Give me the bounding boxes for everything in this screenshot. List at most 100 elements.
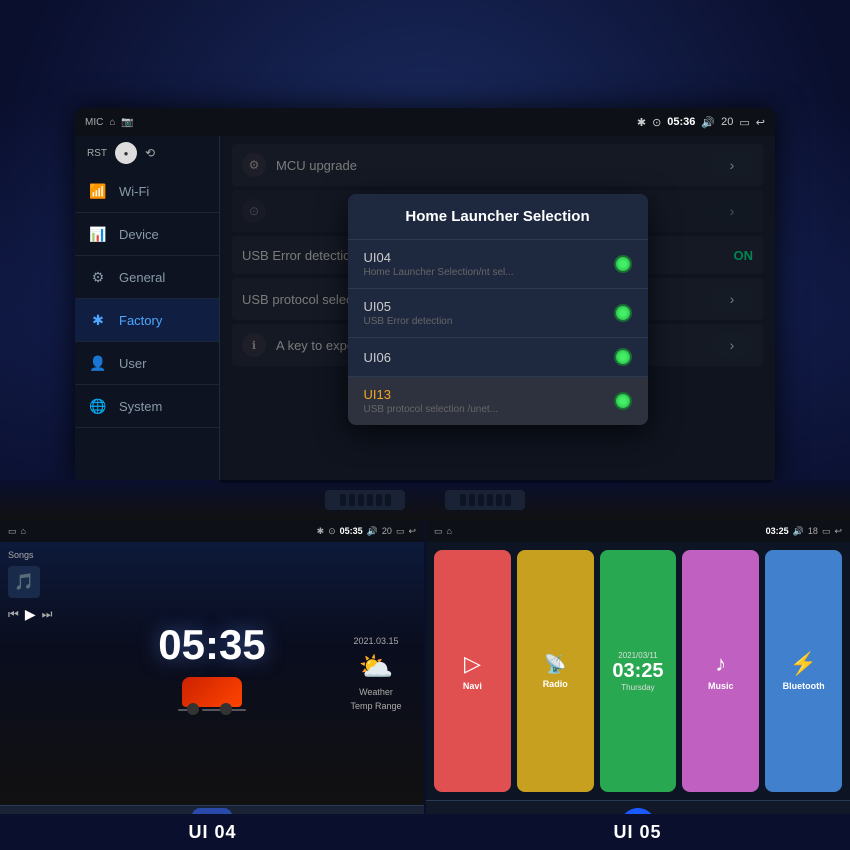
sidebar-item-general[interactable]: ⚙ General xyxy=(75,256,219,299)
modal-option-ui06[interactable]: UI06 xyxy=(348,338,648,377)
app-bluetooth[interactable]: ⚡ Bluetooth xyxy=(765,550,842,792)
ui04-vol-icon: 🔊 xyxy=(367,526,378,537)
ui05-status-bar: ▭ ⌂ 03:25 🔊 18 ▭ ↩ xyxy=(426,520,850,542)
ui04-body: Songs 🎵 ⏮ ▶ ⏭ 05:35 xyxy=(0,542,424,805)
ui05-house-icon: ⌂ xyxy=(447,526,452,536)
temp-range-label: Temp Range xyxy=(350,701,401,711)
music-art-icon: 🎵 xyxy=(8,566,40,598)
music-tile-icon: ♪ xyxy=(715,651,726,677)
navi-icon: ▷ xyxy=(464,651,481,677)
music-title: Songs xyxy=(8,550,88,560)
ui04-home-icon: ▭ xyxy=(8,526,17,537)
next-icon[interactable]: ⏭ xyxy=(42,607,53,622)
sidebar-item-device[interactable]: 📊 Device xyxy=(75,213,219,256)
road-line xyxy=(202,709,222,711)
modal-title: Home Launcher Selection xyxy=(348,194,648,240)
left-vent xyxy=(325,490,405,510)
ui04-time: 05:35 xyxy=(340,526,363,536)
modal-overlay[interactable]: Home Launcher Selection UI04 Home Launch… xyxy=(220,136,775,483)
car-visualization xyxy=(172,677,252,727)
launcher-modal: Home Launcher Selection UI04 Home Launch… xyxy=(348,194,648,425)
sidebar-item-user[interactable]: 👤 User xyxy=(75,342,219,385)
status-right: ✱ ⊙ 05:36 🔊 20 ▭ ↩ xyxy=(637,116,765,129)
wifi-status-icon: ⊙ xyxy=(652,116,661,129)
wifi-icon: 📶 xyxy=(87,180,109,202)
vent-slot xyxy=(460,494,466,506)
weather-date: 2021.03.15 xyxy=(353,636,398,646)
steering-area xyxy=(0,480,850,520)
vent-slot xyxy=(505,494,511,506)
ui13-option-text: UI13 USB protocol selection /unet... xyxy=(364,387,499,415)
ui04-radio[interactable] xyxy=(614,255,632,273)
sidebar-item-wifi[interactable]: 📶 Wi-Fi xyxy=(75,170,219,213)
main-content: ⚙ MCU upgrade › ⊙ › USB Error detection xyxy=(220,136,775,483)
car-shape xyxy=(182,677,242,707)
ui04-center: 05:35 xyxy=(88,550,336,797)
ui05-batt-icon: ▭ xyxy=(822,526,831,537)
vent-slot xyxy=(349,494,355,506)
vent-slot xyxy=(358,494,364,506)
ui04-option-text: UI04 Home Launcher Selection/nt sel... xyxy=(364,250,514,278)
app-navi[interactable]: ▷ Navi xyxy=(434,550,511,792)
ui05-bar-left: ▭ ⌂ xyxy=(434,526,452,537)
sidebar-wifi-label: Wi-Fi xyxy=(119,184,149,199)
clock-tile-time: 03:25 xyxy=(612,660,663,683)
ui04-music-section: Songs 🎵 ⏮ ▶ ⏭ xyxy=(8,550,88,797)
home-icon: ⌂ xyxy=(109,117,115,128)
ui05-battery: 18 xyxy=(808,526,818,536)
factory-icon: ✱ xyxy=(87,309,109,331)
vent-slot xyxy=(385,494,391,506)
rst-dot[interactable]: ● xyxy=(115,142,137,164)
vent-slot xyxy=(496,494,502,506)
vent-slot xyxy=(469,494,475,506)
play-icon[interactable]: ▶ xyxy=(25,606,36,623)
modal-option-ui05[interactable]: UI05 USB Error detection xyxy=(348,289,648,338)
vent-slot xyxy=(478,494,484,506)
globe-icon: 🌐 xyxy=(87,395,109,417)
ui04-battery: 20 xyxy=(382,526,392,536)
screen-labels: UI 04 UI 05 xyxy=(0,814,850,850)
sidebar-system-label: System xyxy=(119,399,162,414)
sidebar-user-label: User xyxy=(119,356,146,371)
weather-label: Weather xyxy=(359,687,393,697)
ui05-label: UI 05 xyxy=(425,814,850,850)
ui04-screen: ▭ ⌂ ✱ ⊙ 05:35 🔊 20 ▭ ↩ Songs 🎵 ⏮ xyxy=(0,520,424,850)
vent-slot xyxy=(367,494,373,506)
back-icon[interactable]: ↩ xyxy=(756,116,765,129)
weather-icon: ⛅ xyxy=(359,650,394,683)
radio-label: Radio xyxy=(543,679,568,689)
ui04-weather: 2021.03.15 ⛅ Weather Temp Range xyxy=(336,550,416,797)
ui05-radio[interactable] xyxy=(614,304,632,322)
ui04-back-icon[interactable]: ↩ xyxy=(408,526,416,537)
ui06-option-text: UI06 xyxy=(364,350,391,365)
ui04-bar-left: ▭ ⌂ xyxy=(8,526,26,537)
sidebar-item-system[interactable]: 🌐 System xyxy=(75,385,219,428)
vent-slot xyxy=(340,494,346,506)
volume-icon: 🔊 xyxy=(701,116,715,129)
ui05-time: 03:25 xyxy=(766,526,789,536)
ui06-radio[interactable] xyxy=(614,348,632,366)
bottom-row: ▭ ⌂ ✱ ⊙ 05:35 🔊 20 ▭ ↩ Songs 🎵 ⏮ xyxy=(0,520,850,850)
bluetooth-tile-icon: ⚡ xyxy=(790,651,817,677)
clock-tile-date: 2021/03/11 xyxy=(618,651,657,660)
clock-tile-content: 2021/03/11 03:25 Thursday xyxy=(612,651,663,692)
prev-icon[interactable]: ⏮ xyxy=(8,607,19,622)
modal-option-ui04[interactable]: UI04 Home Launcher Selection/nt sel... xyxy=(348,240,648,289)
ui05-rect-icon: ▭ xyxy=(434,526,443,537)
ui04-bt-icon: ✱ xyxy=(317,526,325,537)
ui05-back-icon[interactable]: ↩ xyxy=(834,526,842,537)
app-music[interactable]: ♪ Music xyxy=(682,550,759,792)
app-radio[interactable]: 📡 Radio xyxy=(517,550,594,792)
sidebar-item-factory[interactable]: ✱ Factory xyxy=(75,299,219,342)
app-clock[interactable]: 2021/03/11 03:25 Thursday xyxy=(600,550,677,792)
ui13-radio[interactable] xyxy=(614,392,632,410)
ui04-bar-right: ✱ ⊙ 05:35 🔊 20 ▭ ↩ xyxy=(317,526,416,537)
status-time: 05:36 xyxy=(667,116,695,128)
sidebar-factory-label: Factory xyxy=(119,313,162,328)
ui04-batt-icon: ▭ xyxy=(396,526,405,537)
bluetooth-label: Bluetooth xyxy=(783,681,825,691)
screen-body: RST ● ⟲ 📶 Wi-Fi 📊 Device ⚙ General ✱ Fac… xyxy=(75,136,775,483)
bluetooth-status-icon: ✱ xyxy=(637,116,646,129)
modal-option-ui13[interactable]: UI13 USB protocol selection /unet... xyxy=(348,377,648,425)
clock-tile-day: Thursday xyxy=(621,683,654,692)
